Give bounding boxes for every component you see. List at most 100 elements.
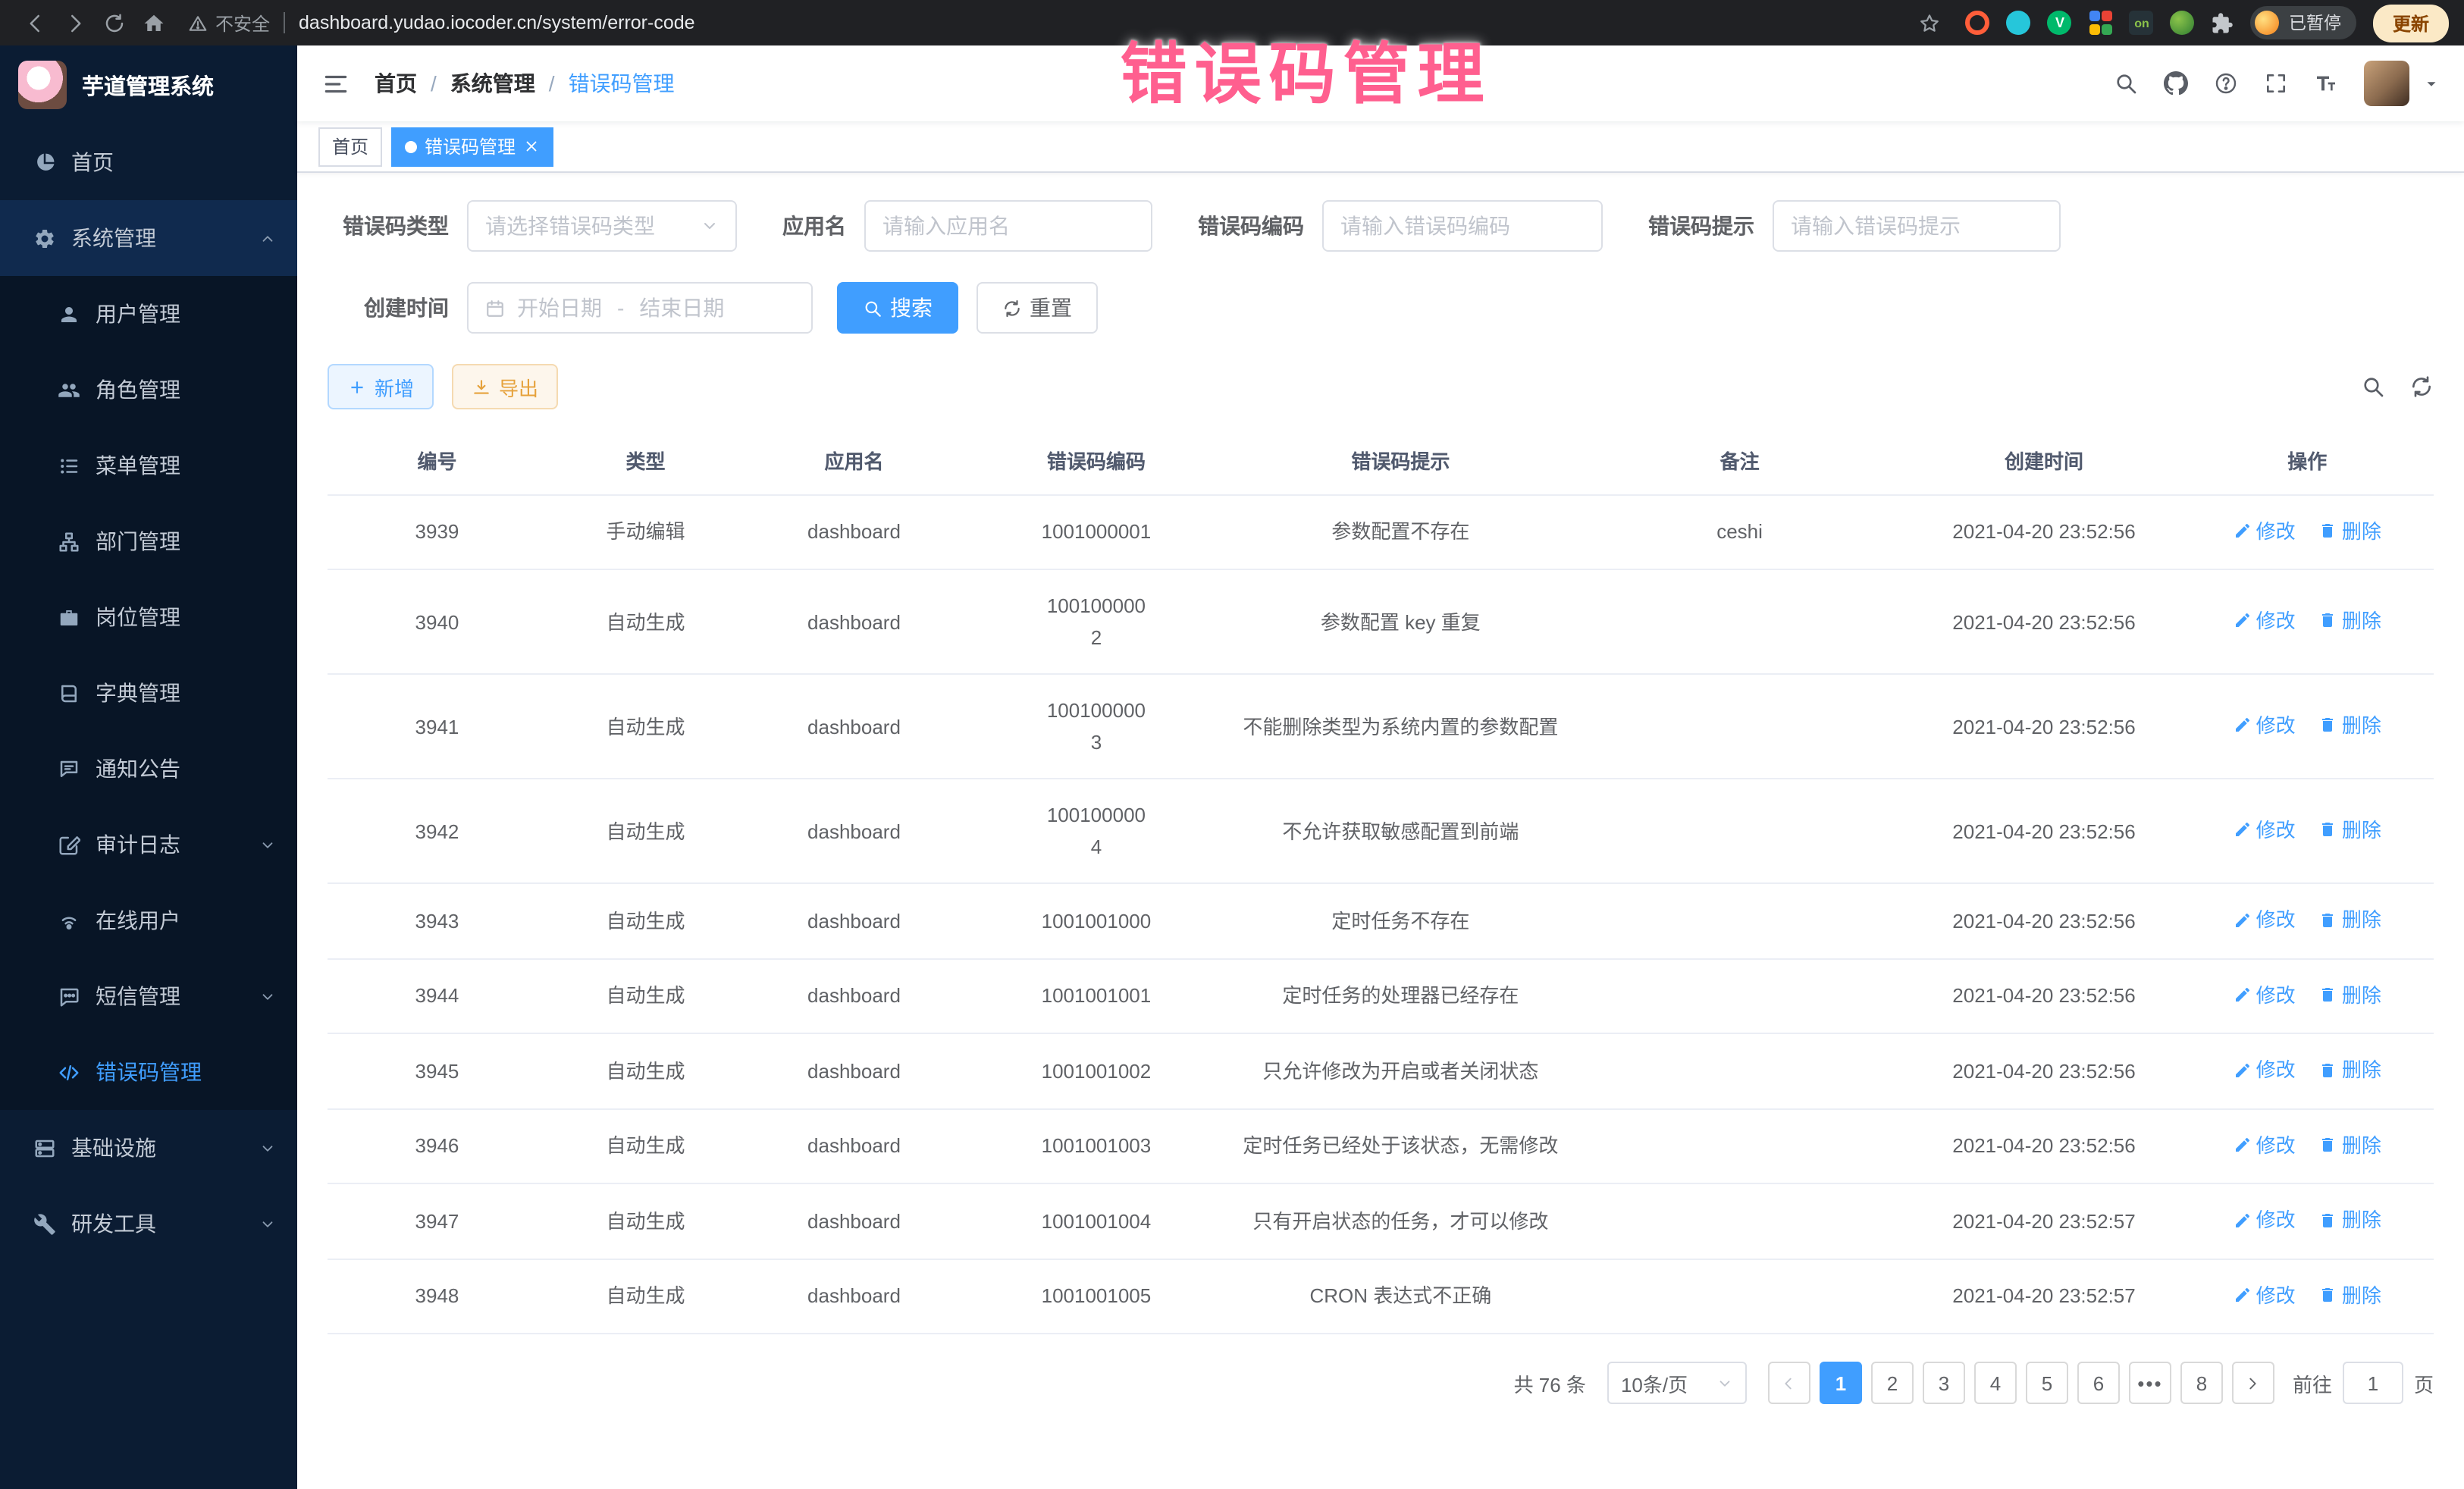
edit-link[interactable]: 修改 (2234, 1054, 2296, 1086)
avatar-caret-down-icon[interactable] (2423, 75, 2440, 92)
extension-drop-icon[interactable] (2007, 11, 2031, 35)
tab-error-code[interactable]: 错误码管理 (391, 127, 553, 166)
delete-link[interactable]: 删除 (2319, 1279, 2381, 1311)
refresh-table-icon[interactable] (2409, 375, 2434, 399)
header-search-icon[interactable] (2114, 71, 2138, 96)
browser-back-icon[interactable] (15, 5, 55, 41)
profile-chip[interactable]: 已暂停 (2251, 6, 2356, 39)
date-range-picker[interactable]: 开始日期 - 结束日期 (467, 282, 813, 334)
extension-leaf-icon[interactable] (2171, 11, 2195, 35)
delete-link[interactable]: 删除 (2319, 710, 2381, 741)
edit-link[interactable]: 修改 (2234, 814, 2296, 846)
sidebar-item-menu-management[interactable]: 菜单管理 (0, 428, 297, 503)
browser-reload-icon[interactable] (94, 5, 133, 41)
delete-link[interactable]: 删除 (2319, 979, 2381, 1011)
sidebar-item-dict-management[interactable]: 字典管理 (0, 655, 297, 731)
extension-record-icon[interactable] (1966, 11, 1990, 35)
browser-update-button[interactable]: 更新 (2373, 4, 2449, 42)
page-jump-input[interactable] (2343, 1362, 2403, 1404)
sidebar-item-system-management[interactable]: 系统管理 (0, 200, 297, 276)
edit-link[interactable]: 修改 (2234, 515, 2296, 547)
tab-label: 错误码管理 (425, 133, 516, 159)
app-name-input[interactable]: 请输入应用名 (864, 200, 1152, 252)
edit-link[interactable]: 修改 (2234, 1204, 2296, 1236)
cell-type: 自动生成 (547, 674, 745, 779)
security-warning-icon[interactable] (188, 13, 208, 33)
page-1-button[interactable]: 1 (1820, 1362, 1862, 1404)
browser-forward-icon[interactable] (55, 5, 94, 41)
error-code-input[interactable]: 请输入错误码编码 (1322, 200, 1603, 252)
fullscreen-icon[interactable] (2264, 71, 2288, 96)
add-button[interactable]: 新增 (328, 364, 434, 409)
reset-button[interactable]: 重置 (977, 282, 1098, 334)
edit-link[interactable]: 修改 (2234, 1129, 2296, 1161)
table-row: 3939 手动编辑 dashboard 1001000001 参数配置不存在 c… (328, 494, 2434, 569)
delete-link[interactable]: 删除 (2319, 1129, 2381, 1161)
browser-home-icon[interactable] (133, 5, 173, 41)
search-button[interactable]: 搜索 (837, 282, 958, 334)
user-avatar[interactable] (2364, 61, 2409, 106)
extension-v-icon[interactable]: V (2048, 11, 2072, 35)
tab-home[interactable]: 首页 (318, 127, 382, 166)
delete-link[interactable]: 删除 (2319, 1054, 2381, 1086)
sidebar-item-error-code-management[interactable]: 错误码管理 (0, 1034, 297, 1110)
delete-link[interactable]: 删除 (2319, 605, 2381, 637)
edit-link[interactable]: 修改 (2234, 710, 2296, 741)
page-buttons: 123456•••8 (1820, 1362, 2223, 1404)
sidebar-toggle-icon[interactable] (321, 69, 350, 98)
cell-hint: 只允许修改为开启或者关闭状态 (1229, 1033, 1572, 1108)
extension-on-badge-icon[interactable]: on (2130, 11, 2154, 35)
extension-grid-icon[interactable] (2089, 11, 2113, 35)
breadcrumb-item[interactable]: 首页 (375, 68, 417, 99)
page-5-button[interactable]: 5 (2026, 1362, 2068, 1404)
address-bar[interactable]: 不安全 dashboard.yudao.iocoder.cn/system/er… (188, 5, 1910, 41)
export-button[interactable]: 导出 (452, 364, 558, 409)
sidebar-item-dept-management[interactable]: 部门管理 (0, 503, 297, 579)
sidebar-item-user-management[interactable]: 用户管理 (0, 276, 297, 352)
close-tab-icon[interactable] (523, 138, 540, 155)
page-4-button[interactable]: 4 (1974, 1362, 2017, 1404)
sidebar-item-online-user[interactable]: 在线用户 (0, 882, 297, 958)
add-button-label: 新增 (375, 372, 414, 401)
breadcrumb-separator: / (431, 71, 437, 96)
delete-icon (2319, 1211, 2337, 1229)
delete-link[interactable]: 删除 (2319, 904, 2381, 936)
app-logo[interactable]: 芋道管理系统 (0, 45, 297, 124)
edit-link[interactable]: 修改 (2234, 904, 2296, 936)
sidebar-item-notice[interactable]: 通知公告 (0, 731, 297, 807)
github-icon[interactable] (2164, 71, 2188, 96)
page-more-button[interactable]: ••• (2129, 1362, 2171, 1404)
sidebar-item-home[interactable]: 首页 (0, 124, 297, 200)
page-6-button[interactable]: 6 (2077, 1362, 2120, 1404)
page-8-button[interactable]: 8 (2180, 1362, 2223, 1404)
error-hint-input[interactable]: 请输入错误码提示 (1773, 200, 2061, 252)
cell-actions: 修改 删除 (2181, 1183, 2434, 1259)
delete-link[interactable]: 删除 (2319, 814, 2381, 846)
next-page-button[interactable] (2232, 1362, 2274, 1404)
font-size-icon[interactable] (2314, 71, 2338, 96)
book-icon (58, 682, 80, 704)
extensions-puzzle-icon[interactable] (2212, 11, 2234, 34)
bookmark-star-icon[interactable] (1910, 5, 1949, 41)
page-size-select[interactable]: 10条/页 (1607, 1362, 1747, 1404)
edit-link[interactable]: 修改 (2234, 1279, 2296, 1311)
cell-remark (1572, 1033, 1908, 1108)
breadcrumb-item[interactable]: 系统管理 (450, 68, 535, 99)
prev-page-button[interactable] (1768, 1362, 1810, 1404)
sidebar-item-role-management[interactable]: 角色管理 (0, 352, 297, 428)
sidebar-item-audit-log[interactable]: 审计日志 (0, 807, 297, 882)
page-2-button[interactable]: 2 (1871, 1362, 1914, 1404)
sidebar-item-post-management[interactable]: 岗位管理 (0, 579, 297, 655)
delete-link[interactable]: 删除 (2319, 1204, 2381, 1236)
sidebar-item-dev-tools[interactable]: 研发工具 (0, 1186, 297, 1262)
help-icon[interactable] (2214, 71, 2238, 96)
page-3-button[interactable]: 3 (1923, 1362, 1965, 1404)
edit-link[interactable]: 修改 (2234, 605, 2296, 637)
delete-link[interactable]: 删除 (2319, 515, 2381, 547)
error-type-select[interactable]: 请选择错误码类型 (467, 200, 737, 252)
toggle-search-icon[interactable] (2361, 375, 2385, 399)
table-row: 3945 自动生成 dashboard 1001001002 只允许修改为开启或… (328, 1033, 2434, 1108)
sidebar-item-infrastructure[interactable]: 基础设施 (0, 1110, 297, 1186)
sidebar-item-sms-management[interactable]: 短信管理 (0, 958, 297, 1034)
edit-link[interactable]: 修改 (2234, 979, 2296, 1011)
